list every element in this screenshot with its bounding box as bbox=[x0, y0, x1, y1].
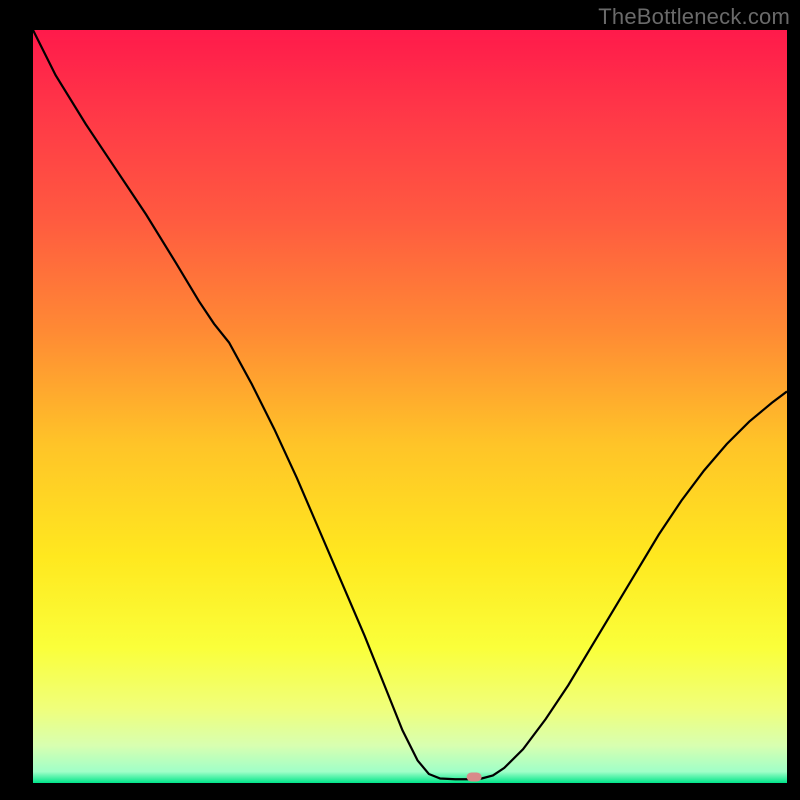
bottleneck-chart bbox=[0, 0, 800, 800]
chart-container: TheBottleneck.com bbox=[0, 0, 800, 800]
watermark-text: TheBottleneck.com bbox=[598, 4, 790, 30]
optimum-marker bbox=[467, 772, 482, 781]
plot-background bbox=[33, 30, 787, 783]
